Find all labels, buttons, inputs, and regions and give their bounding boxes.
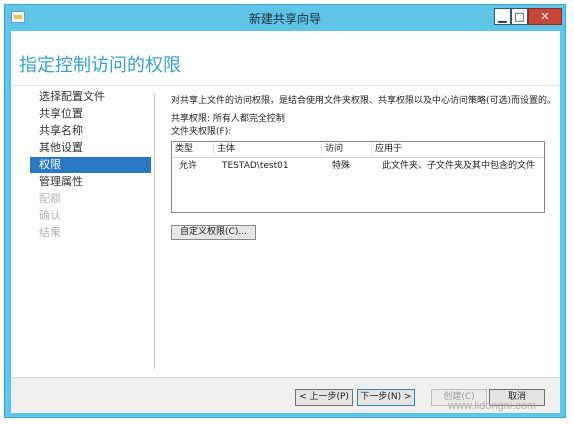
custom-permissions-button[interactable]: 自定义权限(C)...: [171, 225, 256, 240]
nav-divider: [154, 93, 155, 369]
folder-permissions-list[interactable]: 类型 主体 访问 应用于 允许 TESTAD\test01 特殊 此文件夹、子文…: [171, 141, 545, 213]
cell-applies-to: 此文件夹、子文件夹及其中包含的文件: [382, 161, 536, 171]
title-bar[interactable]: 新建共享向导 ▁ □ ✕: [5, 5, 565, 31]
list-header: 类型 主体 访问 应用于: [172, 142, 544, 158]
close-button[interactable]: ✕: [528, 8, 562, 25]
folder-permissions-label: 文件夹权限(F):: [171, 127, 232, 137]
column-header-access[interactable]: 访问: [322, 142, 372, 157]
share-permissions-text: 共享权限: 所有人都完全控制: [171, 114, 285, 124]
header-divider: [11, 85, 560, 86]
nav-item-share-name[interactable]: 共享名称: [30, 123, 151, 139]
cell-principal: TESTAD\test01: [222, 161, 289, 171]
nav-item-management-properties[interactable]: 管理属性: [30, 174, 151, 190]
cell-access: 特殊: [332, 161, 351, 171]
next-button[interactable]: 下一步(N) >: [357, 389, 415, 406]
column-header-principal[interactable]: 主体: [214, 142, 322, 157]
page-title: 指定控制访问的权限: [19, 55, 181, 76]
nav-item-permissions[interactable]: 权限: [30, 157, 151, 173]
nav-item-quota: 配额: [39, 192, 61, 205]
permissions-description: 对共享上文件的访问权限，是结合使用文件夹权限、共享权限以及中心访问策略(可选)而…: [171, 96, 557, 106]
nav-item-results: 结果: [39, 226, 61, 239]
wizard-window: 新建共享向导 ▁ □ ✕ 指定控制访问的权限 选择配置文件 共享位置 共享名称 …: [4, 4, 566, 418]
window-title: 新建共享向导: [248, 12, 321, 26]
minimize-button[interactable]: ▁: [494, 8, 511, 25]
wizard-body: 指定控制访问的权限 选择配置文件 共享位置 共享名称 其他设置 权限 管理属性 …: [11, 31, 560, 413]
cell-type: 允许: [179, 161, 198, 171]
nav-item-share-location[interactable]: 共享位置: [30, 106, 151, 122]
previous-button[interactable]: < 上一步(P): [295, 389, 353, 406]
column-header-type[interactable]: 类型: [172, 142, 214, 157]
watermark: www.lidongni.com: [448, 400, 537, 412]
nav-item-select-profile[interactable]: 选择配置文件: [30, 89, 151, 105]
maximize-button[interactable]: □: [511, 8, 528, 25]
table-row[interactable]: 允许 TESTAD\test01 特殊 此文件夹、子文件夹及其中包含的文件: [172, 159, 544, 173]
nav-item-confirmation: 确认: [39, 209, 61, 222]
column-header-applies-to[interactable]: 应用于: [372, 142, 544, 157]
nav-item-other-settings[interactable]: 其他设置: [30, 140, 151, 156]
